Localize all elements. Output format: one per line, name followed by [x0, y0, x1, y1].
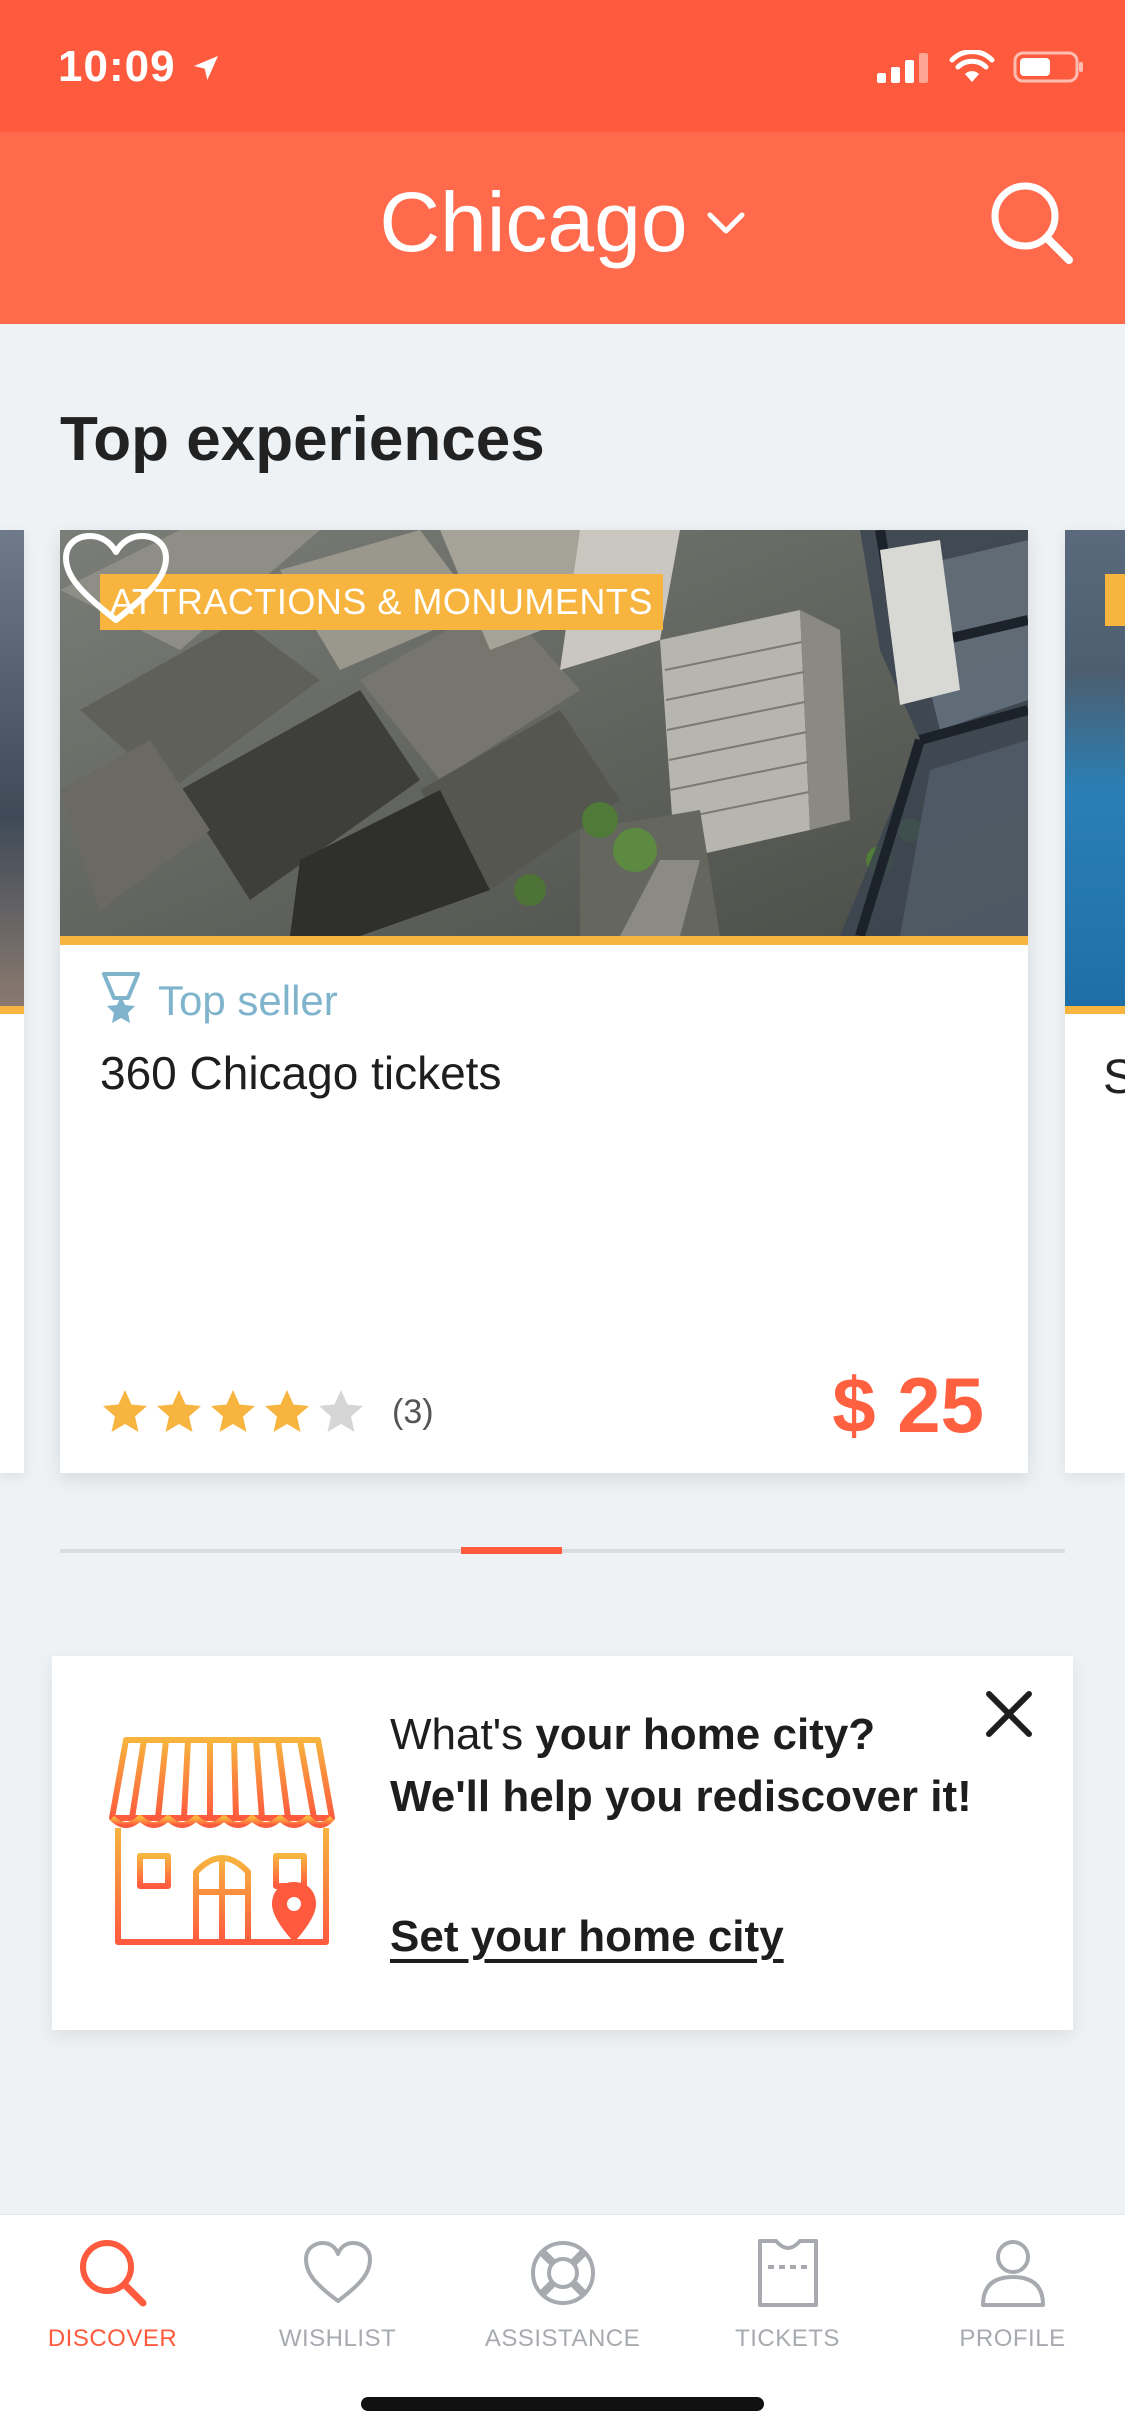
tab-discover-label: DISCOVER — [47, 2325, 178, 2352]
home-city-question: What's your home city? We'll help you re… — [390, 1704, 1010, 1828]
star-icon — [319, 1390, 363, 1432]
carousel-scroll-track — [60, 1549, 1065, 1553]
home-city-question-prefix: What's — [390, 1710, 536, 1759]
top-seller-label: Top seller — [158, 977, 338, 1024]
heart-icon[interactable] — [60, 530, 172, 630]
carousel-next-card[interactable]: S — [1065, 530, 1125, 1473]
search-icon — [79, 2240, 146, 2307]
award-ribbon-icon — [102, 972, 140, 1023]
card-accent-bar — [60, 936, 1028, 945]
app-header: Chicago — [0, 132, 1125, 324]
star-icon — [265, 1390, 309, 1432]
home-city-card: What's your home city? We'll help you re… — [52, 1656, 1073, 2030]
wifi-icon — [949, 50, 995, 82]
star-icon — [211, 1390, 255, 1432]
next-card-title: S — [1103, 1051, 1125, 1104]
search-icon[interactable] — [987, 178, 1077, 268]
user-icon — [980, 2240, 1045, 2307]
experience-card[interactable]: ATTRACTIONS & MONUMENTS Top seller 360 C… — [60, 530, 1028, 1473]
carousel-prev-card[interactable] — [0, 530, 24, 1473]
tab-tickets[interactable]: TICKETS — [675, 2235, 900, 2365]
tab-wishlist-label: WISHLIST — [278, 2325, 397, 2352]
star-icon — [103, 1390, 147, 1432]
battery-icon — [1013, 51, 1083, 83]
tab-assistance-label: ASSISTANCE — [484, 2325, 641, 2352]
status-icons — [877, 50, 1085, 84]
tab-profile[interactable]: PROFILE — [900, 2235, 1125, 2365]
chevron-down-icon — [707, 212, 745, 233]
home-indicator — [361, 2397, 764, 2411]
location-arrow-icon — [194, 56, 218, 80]
carousel-scroll-thumb — [461, 1547, 562, 1554]
star-icon — [157, 1390, 201, 1432]
tab-assistance[interactable]: ASSISTANCE — [450, 2235, 675, 2365]
star-rating: (3) — [100, 1388, 434, 1436]
home-city-question-bold: your home city? — [535, 1710, 876, 1759]
city-name: Chicago — [379, 175, 688, 269]
home-city-subtitle: We'll help you rediscover it! — [390, 1772, 972, 1821]
tab-discover[interactable]: DISCOVER — [0, 2235, 225, 2365]
next-card-category-tag — [1105, 574, 1125, 626]
tab-wishlist[interactable]: WISHLIST — [225, 2235, 450, 2365]
city-selector[interactable]: Chicago — [379, 174, 745, 271]
prev-card-image — [0, 530, 24, 1006]
category-tag: ATTRACTIONS & MONUMENTS — [100, 574, 663, 630]
price: $ 25 — [832, 1361, 984, 1449]
city-selector-row: Chicago — [0, 174, 1125, 271]
experience-image: ATTRACTIONS & MONUMENTS — [60, 530, 1028, 936]
cellular-signal-icon — [877, 53, 928, 83]
set-home-city-link[interactable]: Set your home city — [390, 1912, 784, 1962]
section-title: Top experiences — [60, 405, 545, 474]
storefront-icon — [109, 1737, 335, 1945]
tab-tickets-label: TICKETS — [735, 2325, 840, 2352]
lifebuoy-icon — [530, 2241, 595, 2305]
prev-card-accent — [0, 1006, 24, 1014]
heart-icon — [303, 2241, 372, 2303]
top-seller-badge: Top seller — [100, 972, 338, 1030]
experience-title: 360 Chicago tickets — [100, 1047, 502, 1099]
next-card-accent — [1065, 1006, 1125, 1014]
status-bar: 10:09 — [0, 0, 1125, 132]
close-icon[interactable] — [981, 1686, 1037, 1742]
review-count: (3) — [392, 1392, 434, 1431]
rating-stars — [100, 1388, 366, 1436]
status-time: 10:09 — [58, 42, 176, 91]
ticket-icon — [757, 2239, 818, 2307]
tab-profile-label: PROFILE — [959, 2325, 1066, 2352]
